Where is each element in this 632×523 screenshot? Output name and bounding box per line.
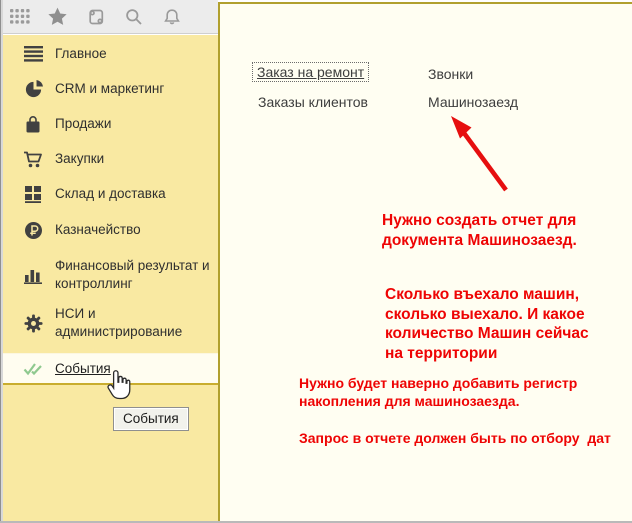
sidebar-item-crm[interactable]: CRM и маркетинг <box>0 76 218 102</box>
annotation-note-report: Нужно создать отчет для документа Машино… <box>382 211 577 250</box>
ruble-coin-icon <box>22 219 44 241</box>
sidebar-item-label: Продажи <box>55 115 211 133</box>
search-icon[interactable] <box>123 6 144 27</box>
annotation-note-query: Запрос в отчете должен быть по отбору да… <box>299 430 611 448</box>
sidebar-item-warehouse[interactable]: Склад и доставка <box>0 181 218 207</box>
sidebar-item-label: НСИ и администрирование <box>55 305 211 341</box>
shopping-cart-icon <box>22 148 44 170</box>
sidebar-item-label: Казначейство <box>55 221 211 239</box>
history-scroll-icon[interactable] <box>85 6 106 27</box>
sidebar-item-label: События <box>55 360 211 378</box>
pallet-boxes-icon <box>22 183 44 205</box>
sidebar-item-label: Закупки <box>55 150 211 168</box>
events-tooltip: События <box>113 407 189 431</box>
sidebar-item-admin[interactable]: НСИ и администрирование <box>0 303 218 343</box>
top-toolbar <box>0 0 218 34</box>
sidebar-item-label: Финансовый результат и контроллинг <box>55 257 211 293</box>
shopping-bag-icon <box>22 113 44 135</box>
main-panel: Заказ на ремонт Звонки Заказы клиентов М… <box>218 2 632 521</box>
link-repair-order[interactable]: Заказ на ремонт <box>253 63 368 81</box>
notifications-bell-icon[interactable] <box>161 6 182 27</box>
annotation-note-counts: Сколько въехало машин, сколько выехало. … <box>385 285 589 363</box>
sidebar-item-treasury[interactable]: Казначейство <box>0 217 218 243</box>
sidebar-item-label: Склад и доставка <box>55 185 211 203</box>
gear-icon <box>22 312 44 334</box>
sidebar-item-finance[interactable]: Финансовый результат и контроллинг <box>0 255 218 295</box>
link-calls[interactable]: Звонки <box>428 66 473 82</box>
hand-cursor-icon <box>105 369 133 406</box>
link-client-orders[interactable]: Заказы клиентов <box>258 94 368 110</box>
sidebar-item-purchases[interactable]: Закупки <box>0 146 218 172</box>
annotation-note-register: Нужно будет наверно добавить регистр нак… <box>299 375 577 410</box>
sidebar-item-main[interactable]: Главное <box>0 41 218 67</box>
hamburger-menu-icon <box>22 43 44 65</box>
sidebar-item-sales[interactable]: Продажи <box>0 111 218 137</box>
bar-chart-icon <box>22 264 44 286</box>
sidebar-item-label: Главное <box>55 45 211 63</box>
apps-grid-icon[interactable] <box>9 6 30 27</box>
sidebar-item-label: CRM и маркетинг <box>55 80 211 98</box>
sections-sidebar: Главное CRM и маркетинг Продажи <box>0 35 218 521</box>
favorites-star-icon[interactable] <box>47 6 68 27</box>
app-window: Главное CRM и маркетинг Продажи <box>0 0 632 523</box>
pie-chart-icon <box>22 78 44 100</box>
red-annotation-arrow <box>438 108 518 198</box>
double-check-icon <box>22 358 44 380</box>
